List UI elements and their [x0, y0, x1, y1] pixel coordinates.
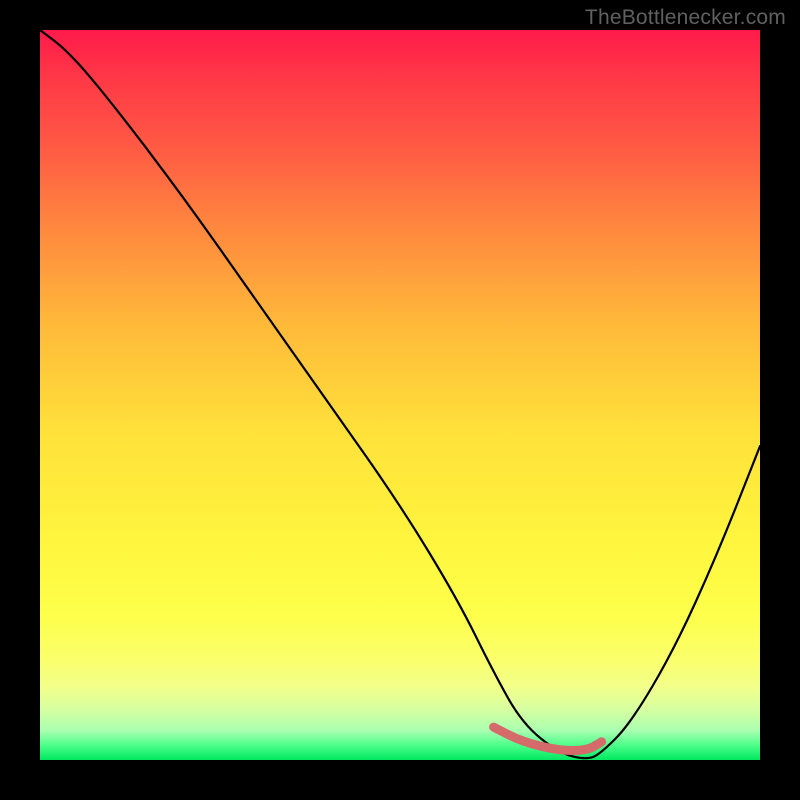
main-curve-path — [40, 30, 760, 758]
attribution-text: TheBottlenecker.com — [585, 6, 786, 30]
highlight-segment-path — [494, 727, 602, 750]
chart-plot-area — [40, 30, 760, 760]
chart-svg — [40, 30, 760, 760]
